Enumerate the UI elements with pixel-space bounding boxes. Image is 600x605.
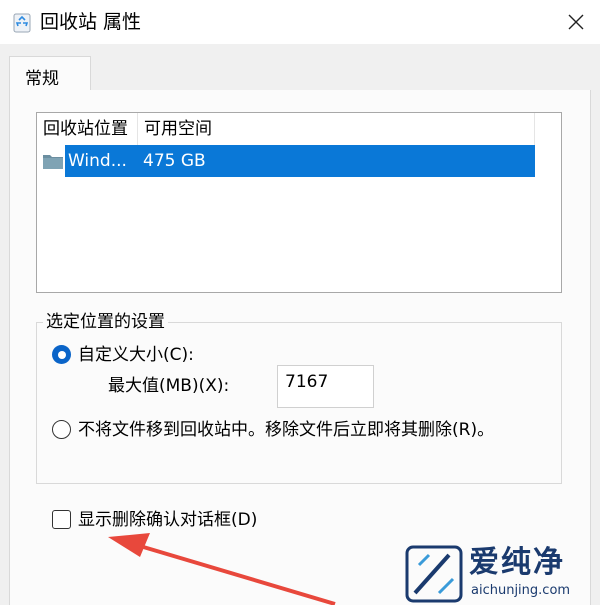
tab-general-label: 常规	[25, 69, 59, 89]
recycle-bin-icon	[13, 13, 31, 33]
list-item[interactable]: Wind... 475 GB	[37, 145, 535, 177]
recycle-bin-properties-window: 回收站 属性 常规 回收站位置 可用空间 Wind... 475 GB 选定位置…	[0, 0, 600, 605]
custom-size-radio[interactable]	[52, 345, 71, 364]
column-header-free-space[interactable]: 可用空间	[138, 113, 535, 145]
watermark-logo-icon	[405, 545, 463, 603]
no-move-radio[interactable]	[52, 420, 71, 439]
show-delete-confirmation-checkbox[interactable]	[52, 510, 71, 529]
free-space-value: 475 GB	[143, 151, 206, 171]
title-bar[interactable]: 回收站 属性	[0, 0, 600, 44]
window-title: 回收站 属性	[40, 11, 142, 33]
column-header-location[interactable]: 回收站位置	[37, 113, 138, 145]
list-header: 回收站位置 可用空间	[37, 113, 561, 145]
settings-group-title: 选定位置的设置	[43, 311, 168, 333]
custom-size-label[interactable]: 自定义大小(C):	[78, 344, 194, 366]
close-button[interactable]	[552, 0, 600, 44]
recycle-bin-location-list[interactable]: 回收站位置 可用空间 Wind... 475 GB	[36, 112, 562, 293]
folder-icon	[43, 155, 63, 169]
watermark-title: 爱纯净	[469, 545, 565, 580]
close-icon	[568, 14, 584, 30]
selected-row-highlight	[65, 145, 535, 177]
watermark: 爱纯净 aichunjing.com	[405, 545, 597, 605]
max-size-input[interactable]: 7167	[277, 365, 374, 408]
location-name: Wind...	[68, 151, 127, 171]
watermark-url: aichunjing.com	[471, 583, 571, 598]
tab-general[interactable]: 常规	[9, 56, 91, 91]
show-delete-confirmation-label[interactable]: 显示删除确认对话框(D)	[78, 509, 257, 531]
no-move-label[interactable]: 不将文件移到回收站中。移除文件后立即将其删除(R)。	[78, 419, 494, 441]
max-size-label: 最大值(MB)(X):	[108, 376, 230, 396]
